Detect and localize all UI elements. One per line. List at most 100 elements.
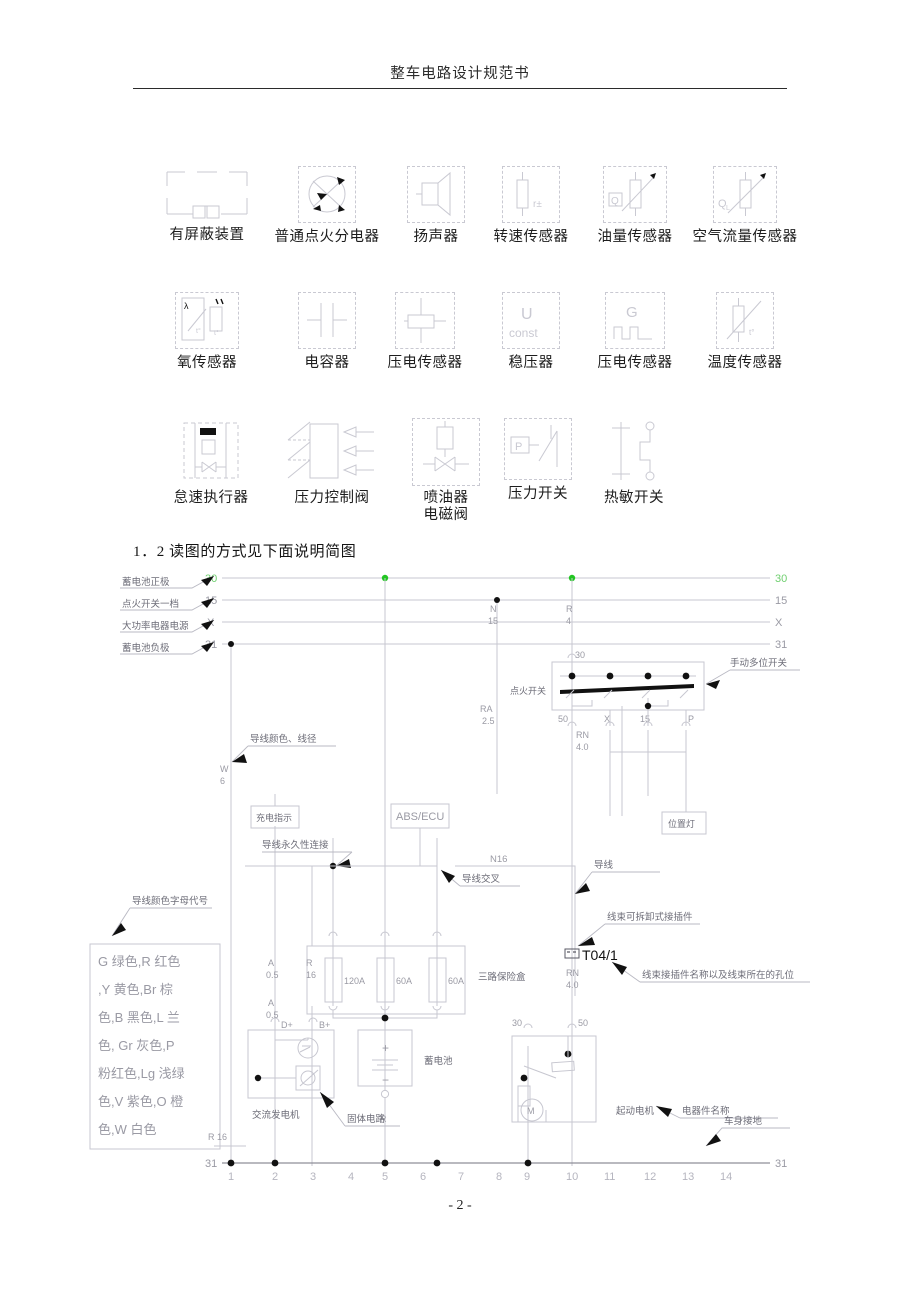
wire-label-r16-bottom: R 16 (208, 1132, 227, 1142)
symbol-thermal-switch: 热敏开关 (586, 418, 682, 507)
wire-label-w: W (220, 764, 229, 774)
svg-text:G 绿色,R 红色 ,Y 黄色,Br 棕: G 绿色,R 红色 ,Y 黄色,Br 棕 色,B 黑色,L 兰 色, Gr 灰色… (98, 954, 188, 1137)
symbol-label: 热敏开关 (604, 490, 664, 506)
temperature-sensor-icon: t° (716, 292, 774, 349)
wire-label-rn: RN (576, 730, 589, 740)
symbol-label: 压力开关 (508, 486, 568, 502)
symbol-label: 氧传感器 (177, 355, 237, 371)
connector-label: T04/1 (582, 947, 618, 963)
ignition-switch-block[interactable]: 点火开关 (510, 661, 705, 711)
color-legend-box: G 绿色,R 红色 ,Y 黄色,Br 棕 色,B 黑色,L 兰 色, Gr 灰色… (89, 943, 221, 1150)
annotation-label: 电器件名称 (682, 1105, 730, 1117)
color-legend-line: 色,V 紫色,O 橙 (98, 1094, 183, 1109)
fuse-box-block[interactable]: 120A 60A 60A 三路保险盒 (306, 945, 526, 1015)
symbol-label: 油量传感器 (597, 229, 673, 245)
symbol-label: 有屏蔽装置 (169, 227, 245, 243)
wire-label-rn-size: 4.0 (576, 742, 589, 752)
wire-label-r16: R (306, 958, 313, 968)
alternator-block[interactable]: 交流发电机 (247, 1029, 335, 1121)
wire-label-rn2-size: 4.0 (566, 980, 579, 990)
position-lamp-block[interactable]: 位置灯 (661, 811, 707, 835)
capacitor-icon (298, 292, 356, 349)
column-number: 11 (604, 1171, 615, 1183)
column-number: 2 (272, 1171, 278, 1183)
voltage-regulator-icon: U const (502, 292, 560, 349)
circuit-diagram: 30 30 15 15 X X 31 31 (0, 566, 920, 1186)
annotation-connector-name-hole: 线束接插件名称以及线束所在的孔位 (611, 961, 810, 983)
column-number: 10 (566, 1171, 578, 1183)
annotation-label: 线束接插件名称以及线束所在的孔位 (642, 969, 795, 981)
svg-text:L: L (726, 205, 730, 212)
motor-symbol: M (527, 1106, 535, 1116)
symbol-pressure-control-valve: 压力控制阀 (276, 418, 388, 507)
color-legend-line: 色, Gr 灰色,P (98, 1038, 174, 1053)
annotation-label: 手动多位开关 (730, 657, 788, 669)
annotation-label: 导线颜色、线径 (250, 733, 317, 745)
fuse-rating: 60A (396, 976, 412, 986)
bus-label-30: 30 30 (205, 573, 787, 585)
wire-label-n: N (490, 604, 497, 614)
battery-plus: + (382, 1041, 389, 1055)
switch-contact (644, 702, 652, 710)
fuse-rating: 60A (448, 976, 464, 986)
symbol-label: 稳压器 (508, 355, 554, 371)
piezo-pulse-sensor-icon: G (605, 292, 665, 349)
page-header-title: 整车电路设计规范书 (390, 66, 530, 82)
svg-text:t°: t° (196, 327, 201, 335)
idle-actuator-icon (178, 418, 244, 484)
symbol-temperature-sensor: t° 温度传感器 (684, 292, 806, 372)
abs-ecu-block[interactable]: ABS/ECU (390, 803, 450, 829)
svg-text:U: U (521, 306, 533, 323)
bus-annotation-ignition-position1: 点火开关一档 (122, 598, 179, 610)
air-flow-sensor-icon: Q L (713, 166, 777, 223)
symbol-fuel-level-sensor: Q 油量传感器 (582, 166, 688, 246)
symbol-oxygen-sensor: λ t° t° 氧传感器 (152, 292, 262, 372)
symbol-piezo-sensor: 压电传感器 (370, 292, 480, 372)
symbol-label: 温度传感器 (707, 355, 783, 371)
wire-label-r-size: 4 (566, 616, 571, 626)
symbol-row-1: 有屏蔽装置 普通点火分电器 扬声器 r± 转速传感器 Q 油量传感器 Q L 空… (0, 166, 920, 286)
symbol-idle-actuator: 怠速执行器 (152, 418, 270, 507)
bus-label-right-x: X (775, 617, 783, 629)
document-page: 整车电路设计规范书 有屏蔽装置 普通点火分电器 扬声器 r± 转速传感器 Q 油… (0, 0, 920, 1302)
wire-label-w-size: 6 (220, 776, 225, 786)
annotation-label: 线束可拆卸式接插件 (607, 911, 693, 923)
symbol-label: 压力控制阀 (294, 490, 370, 506)
starter-motor-block[interactable]: M 起动电机 (511, 1035, 655, 1123)
annotation-label: 导线交叉 (462, 873, 501, 885)
bus-node (494, 597, 500, 603)
column-number: 6 (420, 1171, 426, 1183)
switch-bar (560, 684, 694, 694)
terminal-50: 50 (558, 714, 568, 724)
switch-contact (606, 672, 614, 680)
column-number: 3 (310, 1171, 316, 1183)
starter-motor-label: 起动电机 (616, 1105, 655, 1117)
relay-contact (520, 1074, 528, 1082)
symbol-label: 扬声器 (413, 229, 459, 245)
battery-block[interactable]: + − 蓄电池 (357, 1029, 453, 1087)
bus-annotation-high-power-supply: 大功率电器电源 (122, 620, 189, 632)
wire-junction-node (381, 1014, 389, 1022)
column-number: 9 (524, 1171, 530, 1183)
wire-label-ra-size: 2.5 (482, 716, 495, 726)
svg-text:λ: λ (184, 301, 189, 311)
symbol-pressure-switch: P 压力开关 (490, 418, 586, 503)
charge-indicator-block[interactable]: 充电指示 (250, 805, 300, 829)
symbol-shielded-device: 有屏蔽装置 (152, 166, 262, 244)
symbol-label: 电容器 (304, 355, 350, 371)
battery-terminal (380, 1089, 390, 1099)
svg-text:r±: r± (533, 199, 542, 210)
symbol-label: 压电传感器 (597, 355, 673, 371)
position-lamp-label: 位置灯 (668, 818, 695, 829)
connector-t04-1[interactable]: T04/1 (564, 947, 618, 963)
symbol-distributor: 普通点火分电器 (268, 166, 386, 246)
switch-contact (568, 672, 576, 680)
annotation-detachable-connector: 线束可拆卸式接插件 (577, 911, 700, 947)
charge-indicator-label: 充电指示 (256, 812, 292, 823)
symbol-speed-sensor: r± 转速传感器 (478, 166, 584, 246)
switch-contact (682, 672, 690, 680)
symbol-piezo-pulse-sensor: G 压电传感器 (582, 292, 688, 372)
bus-node (228, 641, 234, 647)
symbol-injector-solenoid-valve: 喷油器 电磁阀 (394, 418, 498, 523)
annotation-label: 导线永久性连接 (262, 839, 329, 851)
